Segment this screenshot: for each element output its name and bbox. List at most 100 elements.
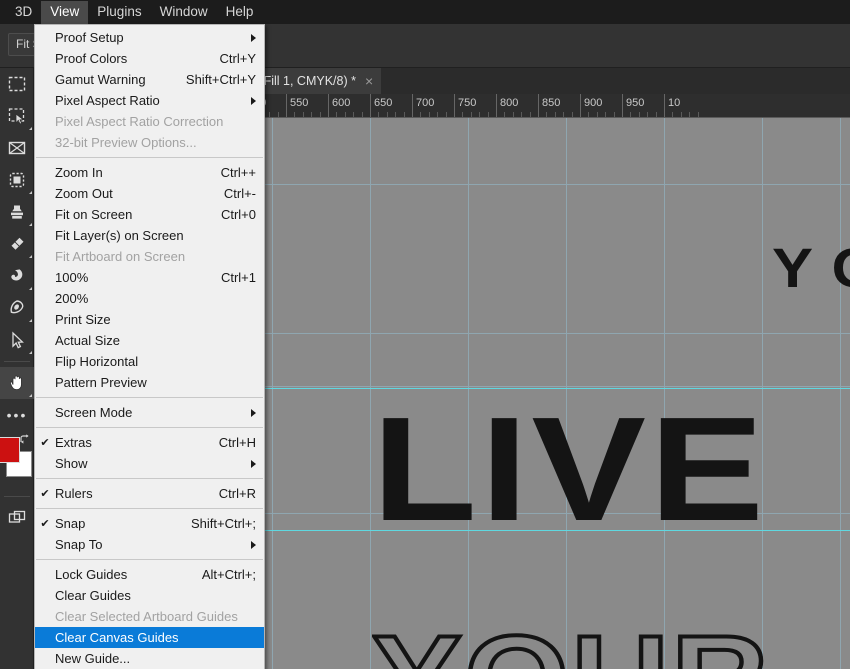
ruler-label: 950	[626, 97, 645, 109]
tool-flyout-indicator	[29, 127, 32, 130]
pen-icon	[8, 299, 26, 317]
ellipsis-icon: •••	[6, 407, 28, 423]
menubar-item-plugins[interactable]: Plugins	[88, 1, 150, 24]
menu-item-shortcut: Ctrl+R	[218, 486, 256, 501]
frame-tool[interactable]	[0, 132, 34, 164]
menu-item-new-guide[interactable]: New Guide...	[35, 648, 264, 669]
ruler-tick-minor	[386, 112, 388, 117]
more-tools-button[interactable]: •••	[0, 399, 34, 431]
menu-item-label: Pixel Aspect Ratio	[55, 93, 160, 108]
menu-item-fit-layer-s-on-screen[interactable]: Fit Layer(s) on Screen	[35, 225, 264, 246]
ruler-tick-minor	[554, 112, 556, 117]
menu-item-pixel-aspect-ratio-correction: Pixel Aspect Ratio Correction	[35, 111, 264, 132]
menu-item-clear-canvas-guides[interactable]: Clear Canvas Guides	[35, 627, 264, 648]
hand-tool[interactable]	[0, 367, 34, 399]
menu-item-100[interactable]: 100% Ctrl+1	[35, 267, 264, 288]
ruler-tick-minor	[462, 112, 464, 117]
menu-item-shortcut: Alt+Ctrl+;	[201, 567, 256, 582]
menu-item-pixel-aspect-ratio[interactable]: Pixel Aspect Ratio	[35, 90, 264, 111]
menu-item-proof-setup[interactable]: Proof Setup	[35, 27, 264, 48]
ruler-tick-minor	[672, 112, 674, 117]
menu-item-proof-colors[interactable]: Proof Colors Ctrl+Y	[35, 48, 264, 69]
menu-item-screen-mode[interactable]: Screen Mode	[35, 402, 264, 423]
menu-item-pattern-preview[interactable]: Pattern Preview	[35, 372, 264, 393]
menu-item-snap-to[interactable]: Snap To	[35, 534, 264, 555]
menu-item-label: Flip Horizontal	[55, 354, 139, 369]
menu-item-rulers[interactable]: ✔ Rulers Ctrl+R	[35, 483, 264, 504]
menu-item-fit-on-screen[interactable]: Fit on Screen Ctrl+0	[35, 204, 264, 225]
menu-item-shortcut: Ctrl++	[220, 165, 256, 180]
menu-item-gamut-warning[interactable]: Gamut Warning Shift+Ctrl+Y	[35, 69, 264, 90]
ruler-label: 900	[584, 97, 603, 109]
foreground-color-swatch[interactable]	[0, 437, 20, 463]
menu-item-print-size[interactable]: Print Size	[35, 309, 264, 330]
ruler-label: 600	[332, 97, 351, 109]
pen-tool[interactable]	[0, 292, 34, 324]
menu-item-zoom-in[interactable]: Zoom In Ctrl++	[35, 162, 264, 183]
menu-item-show[interactable]: Show	[35, 453, 264, 474]
close-icon[interactable]: ×	[365, 74, 373, 88]
menu-item-shortcut: Shift+Ctrl+Y	[185, 72, 256, 87]
marquee-icon	[8, 75, 26, 93]
menu-separator	[36, 559, 263, 560]
smudge-tool[interactable]	[0, 260, 34, 292]
menu-item-label: Show	[55, 456, 88, 471]
menu-item-clear-guides[interactable]: Clear Guides	[35, 585, 264, 606]
object-select-icon	[8, 107, 26, 125]
clone-stamp-tool[interactable]	[0, 196, 34, 228]
eraser-icon	[8, 235, 26, 253]
tool-flyout-indicator	[29, 319, 32, 322]
submenu-arrow-icon	[251, 408, 256, 417]
ruler-tick	[496, 94, 497, 117]
guide-vertical[interactable]	[272, 118, 273, 669]
menu-item-32-bit-preview-options: 32-bit Preview Options...	[35, 132, 264, 153]
menubar-item-view[interactable]: View	[41, 0, 89, 24]
rectangular-marquee-tool[interactable]	[0, 68, 34, 100]
menu-item-lock-guides[interactable]: Lock Guides Alt+Ctrl+;	[35, 564, 264, 585]
menu-item-zoom-out[interactable]: Zoom Out Ctrl+-	[35, 183, 264, 204]
ruler-tick-minor	[336, 112, 338, 117]
ruler-tick-minor	[445, 112, 447, 117]
menubar-item-3d[interactable]: 3D	[6, 1, 41, 24]
menu-item-label: Clear Guides	[55, 588, 131, 603]
submenu-arrow-icon	[251, 459, 256, 468]
photoshop-window: 3D View Plugins Window Help Fit S or Fill 1,…	[0, 0, 850, 669]
ruler-label: 800	[500, 97, 519, 109]
guide-vertical[interactable]	[370, 118, 371, 669]
toolbar-divider	[3, 361, 30, 362]
menubar-item-help[interactable]: Help	[217, 1, 263, 24]
swap-colors-icon[interactable]	[19, 433, 31, 445]
menu-item-label: Print Size	[55, 312, 111, 327]
tool-flyout-indicator	[29, 394, 32, 397]
menu-item-extras[interactable]: ✔ Extras Ctrl+H	[35, 432, 264, 453]
guide-vertical[interactable]	[840, 118, 841, 669]
ruler-tick-minor	[504, 112, 506, 117]
menu-item-flip-horizontal[interactable]: Flip Horizontal	[35, 351, 264, 372]
path-selection-tool[interactable]	[0, 324, 34, 356]
menu-separator	[36, 427, 263, 428]
ruler-tick-minor	[689, 112, 691, 117]
menu-item-label: Screen Mode	[55, 405, 133, 420]
menubar-item-window[interactable]: Window	[151, 1, 217, 24]
eraser-tool[interactable]	[0, 228, 34, 260]
menu-item-label: Zoom In	[55, 165, 103, 180]
menu-item-shortcut: Ctrl+Y	[219, 51, 256, 66]
menu-item-label: Extras	[55, 435, 92, 450]
ruler-tick-minor	[680, 112, 682, 117]
menu-separator	[36, 397, 263, 398]
menu-item-label: New Guide...	[55, 651, 131, 666]
ruler-label: 650	[374, 97, 393, 109]
menu-item-shortcut: Shift+Ctrl+;	[190, 516, 256, 531]
ruler-tick-minor	[319, 112, 321, 117]
patch-tool[interactable]	[0, 164, 34, 196]
menu-item-actual-size[interactable]: Actual Size	[35, 330, 264, 351]
menu-item-200[interactable]: 200%	[35, 288, 264, 309]
menu-item-clear-selected-artboard-guides: Clear Selected Artboard Guides	[35, 606, 264, 627]
menu-item-label: Gamut Warning	[55, 72, 146, 87]
ruler-label: 550	[290, 97, 309, 109]
object-selection-tool[interactable]	[0, 100, 34, 132]
menu-item-snap[interactable]: ✔ Snap Shift+Ctrl+;	[35, 513, 264, 534]
submenu-arrow-icon	[251, 540, 256, 549]
screen-mode-button[interactable]	[0, 502, 34, 534]
tool-flyout-indicator	[29, 223, 32, 226]
